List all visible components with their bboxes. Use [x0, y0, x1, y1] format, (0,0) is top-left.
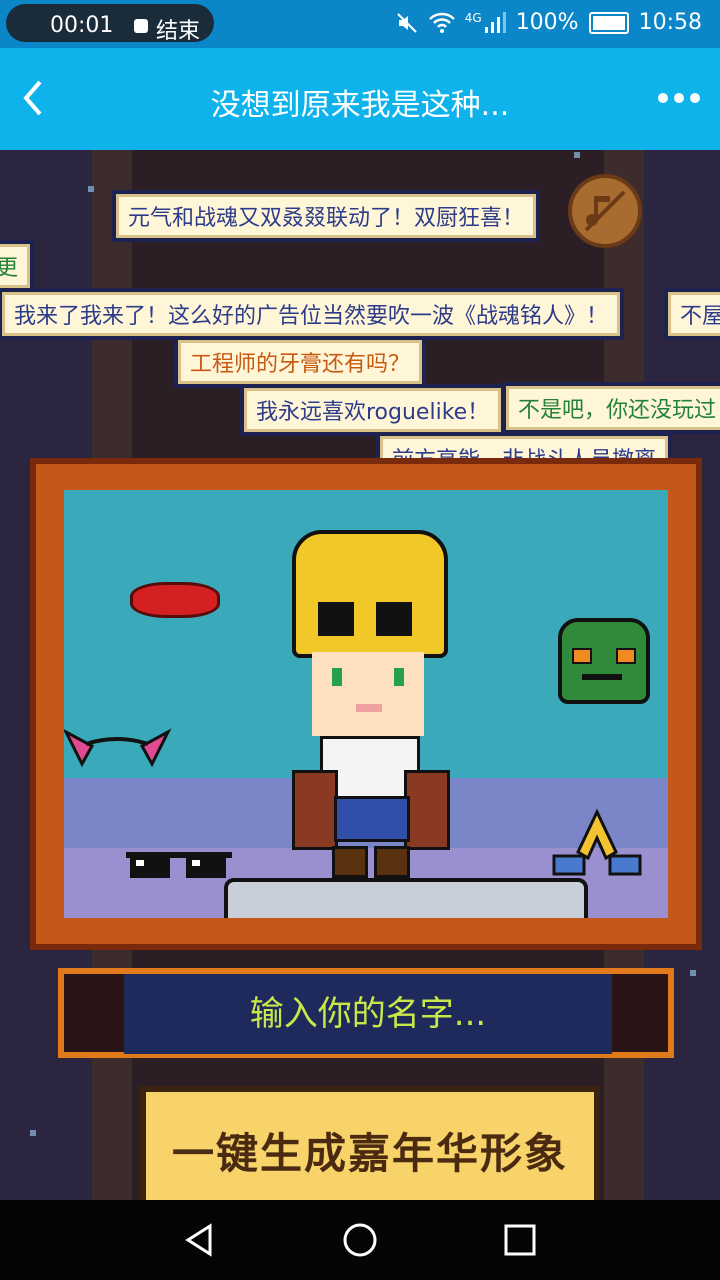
star — [30, 1130, 36, 1136]
danmaku-bubble: 不屋午 — [664, 288, 720, 340]
name-input[interactable] — [124, 974, 612, 1054]
lips-icon[interactable] — [130, 582, 220, 618]
stop-recording-button[interactable]: 结束 — [156, 13, 200, 45]
stop-icon — [134, 19, 148, 33]
eye-right — [394, 668, 404, 686]
danmaku-bubble: 我来了我来了！这么好的广告位当然要吹一波《战魂铭人》！ — [0, 288, 625, 340]
nav-back-icon[interactable] — [180, 1220, 220, 1260]
danmaku-bubble: 我永远喜欢roguelike！ — [240, 384, 506, 436]
screen-recording-pill[interactable]: 00:01 结束 — [6, 4, 214, 45]
battery-icon — [588, 11, 629, 34]
app-bar: 没想到原来我是这种... — [0, 48, 720, 150]
sunglasses-icon[interactable] — [124, 850, 234, 880]
game-scene: 元气和战魂又双叒叕联动了！双厨狂喜！ 更 我来了我来了！这么好的广告位当然要吹一… — [0, 150, 720, 1200]
more-options-button[interactable] — [654, 78, 704, 118]
boot-right — [374, 846, 410, 878]
status-bar: 00:01 结束 4G 100% 10:58 — [0, 0, 720, 48]
star — [574, 152, 580, 158]
eye-left — [332, 668, 342, 686]
star — [88, 186, 94, 192]
nav-home-icon[interactable] — [340, 1220, 380, 1260]
coat-right — [404, 770, 450, 850]
face — [312, 652, 424, 736]
music-muted-icon — [584, 190, 626, 232]
generate-avatar-button[interactable]: 一键生成嘉年华形象 — [140, 1086, 600, 1200]
status-icons: 4G 100% 10:58 — [395, 10, 702, 35]
generate-avatar-label: 一键生成嘉年华形象 — [171, 1129, 568, 1178]
name-input-box — [58, 968, 674, 1058]
nav-recents-icon[interactable] — [500, 1220, 540, 1260]
helmet-eye-right — [376, 602, 412, 636]
danmaku-bubble: 不是吧，你还没玩过 — [502, 382, 720, 434]
network-type: 4G — [464, 10, 482, 25]
danmaku-bubble: 工程师的牙膏还有吗？ — [174, 336, 427, 388]
clock: 10:58 — [638, 10, 702, 35]
danmaku-bubble: 更 — [0, 240, 35, 292]
page-title: 没想到原来我是这种... — [210, 88, 510, 123]
pixel-character — [278, 520, 458, 900]
mouth — [356, 704, 382, 712]
wifi-icon — [428, 12, 455, 33]
boot-left — [332, 846, 368, 878]
frog-mask-icon[interactable] — [558, 618, 650, 704]
signal-icon — [484, 11, 506, 33]
character-stage — [64, 490, 668, 918]
sound-toggle-button[interactable] — [568, 174, 642, 248]
skirt — [334, 796, 410, 842]
hair — [292, 530, 448, 658]
character-frame — [30, 458, 702, 950]
star — [690, 970, 696, 976]
prayer-hands-icon[interactable] — [548, 808, 646, 882]
recording-time: 00:01 — [50, 13, 114, 38]
battery-percent: 100% — [515, 10, 579, 35]
system-nav-bar — [0, 1200, 720, 1280]
coat-left — [292, 770, 338, 850]
cat-ears-icon[interactable] — [64, 728, 172, 768]
helmet-eye-left — [318, 602, 354, 636]
danmaku-bubble: 元气和战魂又双叒叕联动了！双厨狂喜！ — [112, 190, 541, 242]
mute-icon — [397, 12, 417, 33]
